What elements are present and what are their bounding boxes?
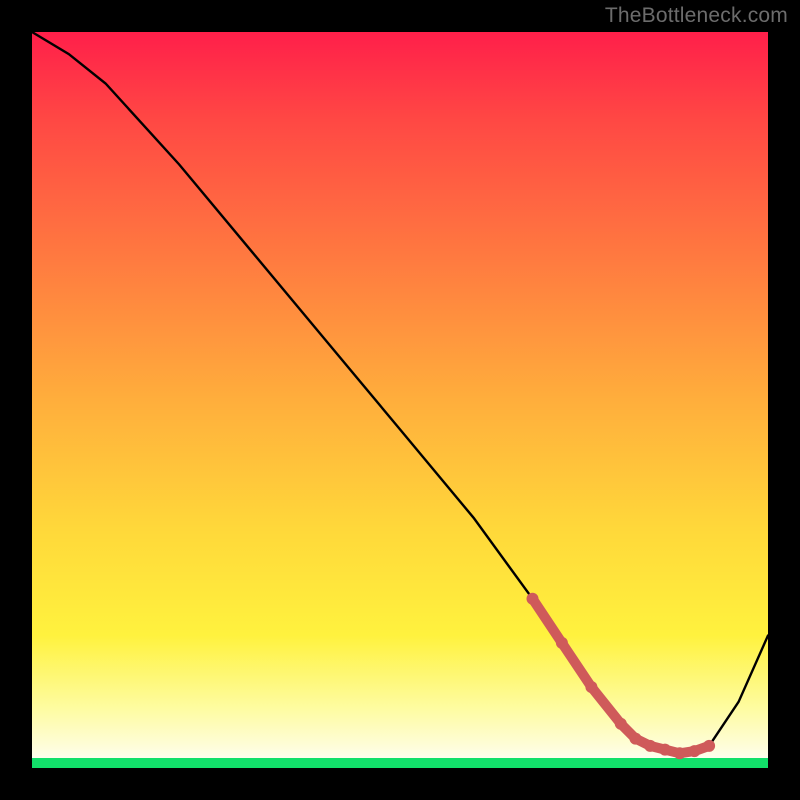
highlight-dot <box>674 747 686 759</box>
plot-area <box>32 32 768 768</box>
highlight-segment <box>533 599 710 754</box>
bottleneck-curve <box>32 32 768 753</box>
highlight-dot <box>585 681 597 693</box>
highlight-dot <box>556 637 568 649</box>
highlight-dot <box>659 744 671 756</box>
chart-frame: TheBottleneck.com <box>0 0 800 800</box>
watermark-text: TheBottleneck.com <box>605 4 788 28</box>
chart-svg <box>32 32 768 768</box>
highlight-dot <box>630 733 642 745</box>
highlight-dot <box>688 745 700 757</box>
highlight-dot <box>615 718 627 730</box>
highlight-dot <box>527 593 539 605</box>
highlight-dot <box>644 740 656 752</box>
highlight-dots <box>527 593 716 760</box>
highlight-dot <box>703 740 715 752</box>
